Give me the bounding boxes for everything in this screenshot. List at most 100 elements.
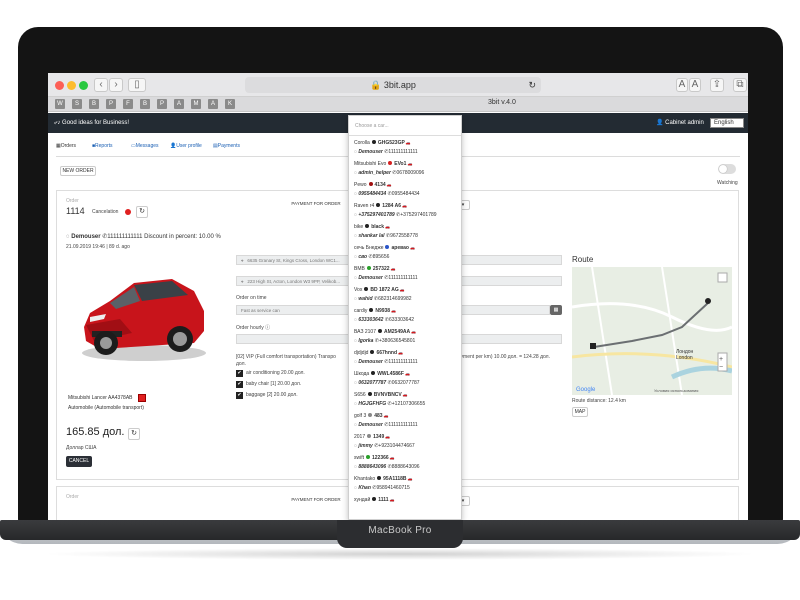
car-option[interactable]: djdjdjd 667hnnd 🚗 — [354, 350, 460, 356]
order-number: 1114 — [66, 206, 85, 216]
favicon-bookmark[interactable]: M — [191, 99, 201, 109]
favicon-bookmark[interactable]: P — [157, 99, 167, 109]
tab-orders[interactable]: ▦Orders — [56, 143, 76, 149]
laptop-mockup: MacBook Pro ‹ › ▯ 🔒 3bit.app ↻ A A ⇪ ⧉ 3b… — [0, 0, 800, 600]
svg-text:−: − — [719, 364, 723, 371]
car-color-dot — [372, 497, 377, 501]
tab-messages[interactable]: ▭Messages — [131, 143, 159, 149]
route-map[interactable]: + − Google Лондон London Условия использ… — [572, 267, 732, 395]
car-option[interactable]: Pewo 4134 🚗 — [354, 182, 460, 188]
checkbox[interactable]: ✔ — [236, 370, 243, 377]
checkbox[interactable]: ✔ — [236, 392, 243, 399]
recalc-price-button[interactable]: ↻ — [128, 428, 140, 440]
car-option-driver[interactable]: ◌ admin_helper ✆0678009096 — [354, 170, 460, 176]
favicon-bookmark[interactable]: P — [106, 99, 116, 109]
cancel-order-button[interactable]: CANCEL — [66, 456, 92, 467]
address-bar[interactable]: 🔒 3bit.app ↻ — [245, 77, 541, 93]
favicon-bookmark[interactable]: B — [89, 99, 99, 109]
car-color-dot — [376, 203, 381, 207]
car-option[interactable]: ВАЗ 2107 AM2549AA 🚗 — [354, 329, 460, 335]
favicon-bookmark[interactable]: A — [174, 99, 184, 109]
car-option-driver[interactable]: ◌ Demouser ✆111111111111 — [354, 359, 460, 365]
car-plate: BD 1872 AG — [370, 287, 399, 293]
tariff-currency: дол. — [236, 361, 246, 367]
text-smaller-button[interactable]: A — [676, 78, 688, 92]
watching-toggle[interactable] — [718, 164, 736, 174]
tab-payments[interactable]: ▤Payments — [213, 143, 240, 149]
refresh-status-button[interactable]: ↻ — [136, 206, 148, 218]
order-status: Cancelation — [92, 209, 119, 215]
back-icon[interactable]: ‹ — [94, 78, 108, 92]
favicon-bookmark[interactable]: A — [208, 99, 218, 109]
checkbox[interactable]: ✔ — [236, 381, 243, 388]
driver-name: 8888643096 — [358, 464, 387, 470]
tab-user-profile[interactable]: 👤User profile — [170, 143, 202, 149]
minimize-window-button[interactable] — [67, 81, 76, 90]
car-option[interactable]: bike black 🚗 — [354, 224, 460, 230]
favicon-bookmark[interactable]: S — [72, 99, 82, 109]
user-menu[interactable]: 👤 Cabinet admin — [656, 113, 704, 133]
car-option-driver[interactable]: ◌ сво ✆895656 — [354, 254, 460, 260]
car-option-driver[interactable]: ◌ 8888643096 ✆8888643096 — [354, 464, 460, 470]
car-model: djdjdjd — [354, 350, 369, 356]
text-larger-button[interactable]: A — [689, 78, 701, 92]
car-model: 2017 — [354, 434, 366, 440]
car-option[interactable]: хундай 1111 🚗 — [354, 497, 460, 503]
car-option[interactable]: Corolla GHG523GP 🚗 — [354, 140, 460, 146]
car-option[interactable]: Khantako 95A1118B 🚗 — [354, 476, 460, 482]
tab-reports[interactable]: ■Reports — [92, 143, 113, 149]
car-option-driver[interactable]: ◌ shankar lal ✆9672558778 — [354, 233, 460, 239]
order-price: 165.85 дол. — [66, 426, 125, 438]
reload-icon[interactable]: ↻ — [528, 77, 536, 93]
car-option[interactable]: Шкода WWL4586F 🚗 — [354, 371, 460, 377]
car-color-dot — [368, 182, 373, 186]
car-option[interactable]: golf 3 483 🚗 — [354, 413, 460, 419]
favicon-bookmark[interactable]: B — [140, 99, 150, 109]
new-order-button[interactable]: NEW ORDER — [60, 166, 96, 176]
car-option-driver[interactable]: ◌ wahid ✆682314699982 — [354, 296, 460, 302]
car-search-input[interactable]: Choose a car... — [349, 116, 461, 136]
car-option[interactable]: cardiy N9938 🚗 — [354, 308, 460, 314]
sidebar-icon[interactable]: ▯ — [128, 78, 146, 92]
favicon-bookmark[interactable]: K — [225, 99, 235, 109]
order-on-time-label: Order on time — [236, 295, 267, 301]
marker-icon: ⌖ — [241, 258, 244, 263]
payment-for-order-button[interactable]: PAYMENT FOR ORDER — [288, 200, 344, 209]
car-option-driver[interactable]: ◌ +375297401789 ✆+375297401789 — [354, 212, 460, 218]
car-option-driver[interactable]: ◌ jimmy ✆+923104474667 — [354, 443, 460, 449]
driver-name: Demouser — [358, 149, 383, 155]
favicon-bookmark[interactable]: F — [123, 99, 133, 109]
car-icon: 🚗 — [398, 287, 405, 292]
language-select[interactable]: English — [710, 118, 744, 128]
car-option[interactable]: Vox BD 1872 AG 🚗 — [354, 287, 460, 293]
calendar-icon[interactable]: ▦ — [550, 305, 562, 315]
payment-for-order-2-button[interactable]: PAYMENT FOR ORDER — [288, 496, 344, 505]
map-button[interactable]: MAP — [572, 407, 588, 417]
car-option[interactable]: сечь Бнедже аревао 🚗 — [354, 245, 460, 251]
car-option[interactable]: Raven r4 1284 A6 🚗 — [354, 203, 460, 209]
car-option-driver[interactable]: ◌ 0955484434 ✆0955484434 — [354, 191, 460, 197]
car-option-driver[interactable]: ◌ HGJGFHFG ✆+12107306655 — [354, 401, 460, 407]
car-option-driver[interactable]: ◌ 0632077787 ✆0632077787 — [354, 380, 460, 386]
tabs-icon[interactable]: ⧉ — [733, 78, 747, 92]
car-option-driver[interactable]: ◌ Demouser ✆111111111111 — [354, 422, 460, 428]
car-option[interactable]: swift 122366 🚗 — [354, 455, 460, 461]
customer-name: Demouser — [71, 234, 101, 240]
car-option[interactable]: 2017 1349 🚗 — [354, 434, 460, 440]
driver-name: сво — [358, 254, 368, 260]
car-option[interactable]: Mitsubishi Evo EVo1 🚗 — [354, 161, 460, 167]
forward-icon[interactable]: › — [109, 78, 123, 92]
maximize-window-button[interactable] — [79, 81, 88, 90]
car-option-driver[interactable]: ◌ 633303642 ✆633303642 — [354, 317, 460, 323]
share-icon[interactable]: ⇪ — [710, 78, 724, 92]
map-city-label: Лондон London — [676, 349, 694, 361]
car-option[interactable]: S656 BVNVBNCV 🚗 — [354, 392, 460, 398]
car-select-dropdown[interactable]: Choose a car... Corolla GHG523GP 🚗 ◌ Demou… — [348, 115, 462, 520]
car-option-driver[interactable]: ◌ Khan ✆958941460715 — [354, 485, 460, 491]
car-option-driver[interactable]: ◌ Demouser ✆111111111111 — [354, 149, 460, 155]
car-option-driver[interactable]: ◌ Demouser ✆111111111111 — [354, 275, 460, 281]
close-window-button[interactable] — [55, 81, 64, 90]
favicon-bookmark[interactable]: W — [55, 99, 65, 109]
car-option-driver[interactable]: ◌ Igorka ✆+380636545801 — [354, 338, 460, 344]
car-option[interactable]: BMB 257322 🚗 — [354, 266, 460, 272]
